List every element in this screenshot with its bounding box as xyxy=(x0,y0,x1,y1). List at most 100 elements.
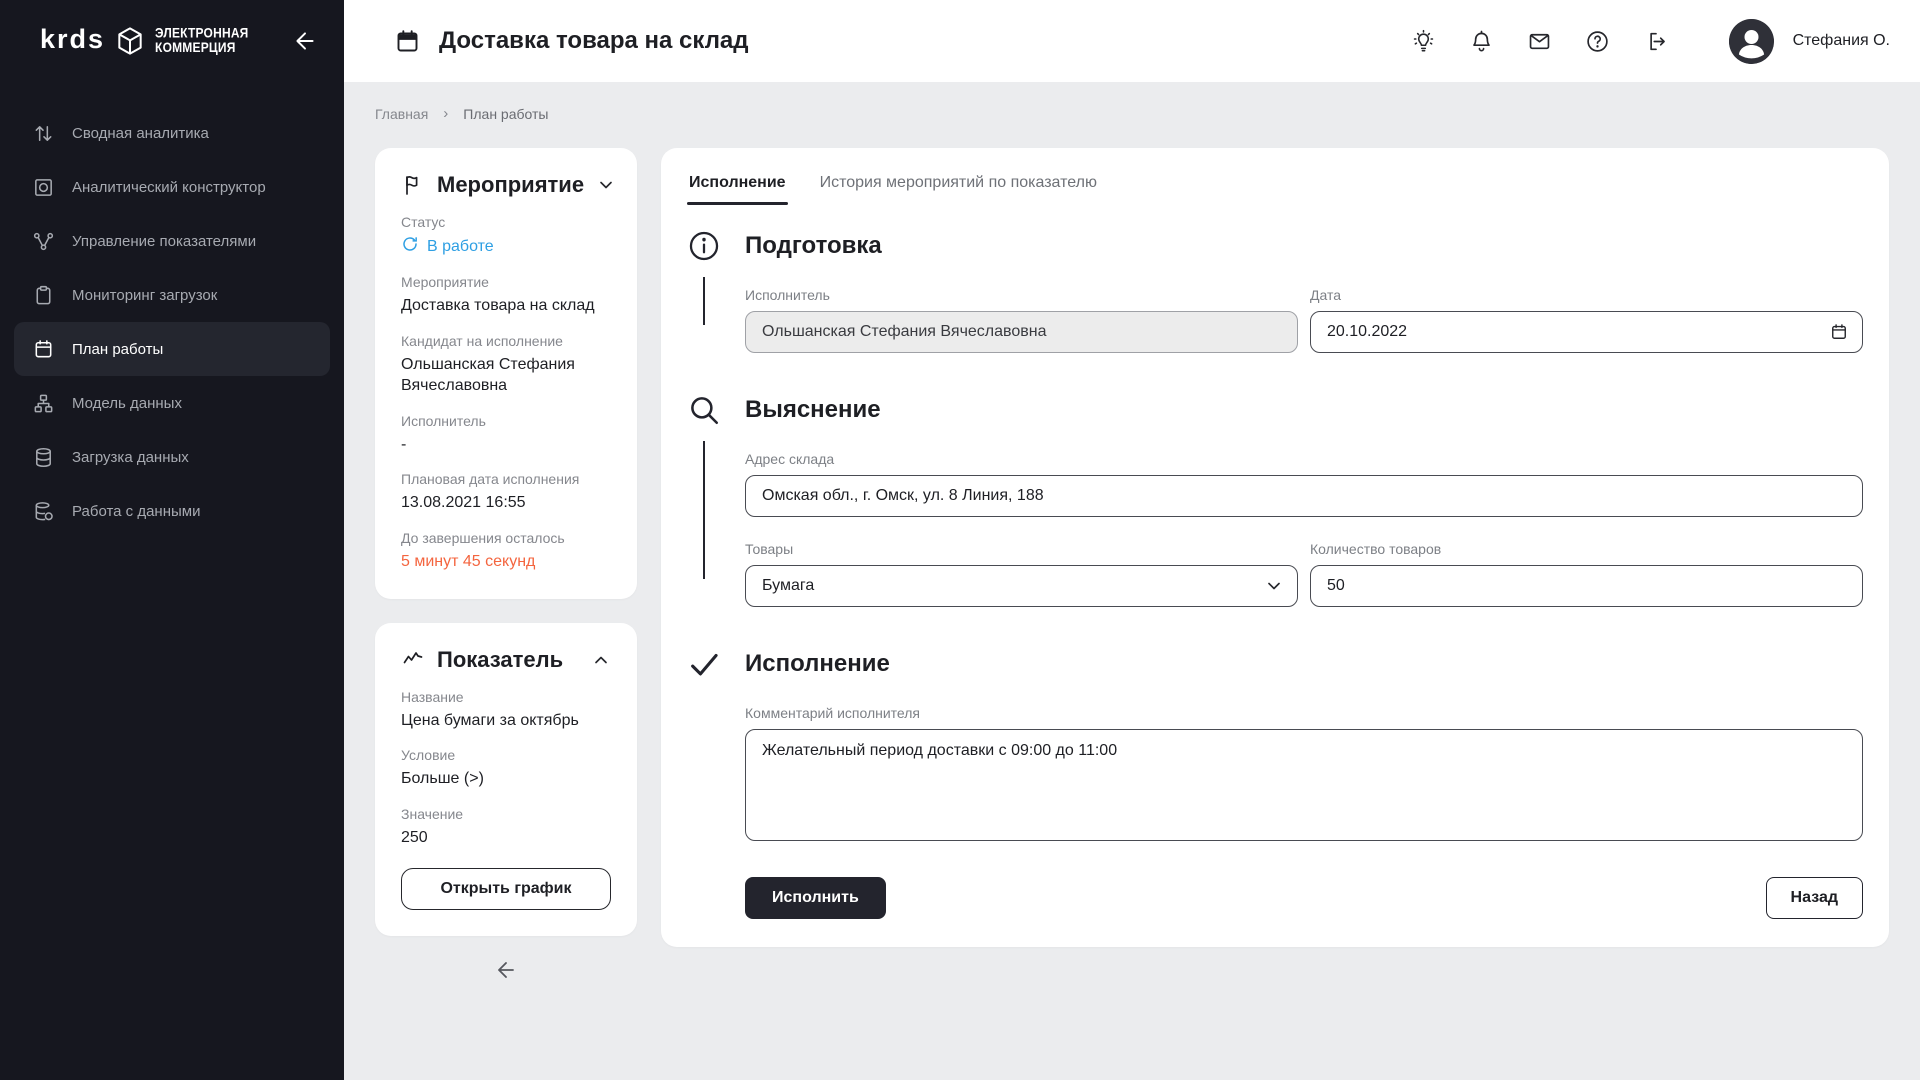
logout-button[interactable] xyxy=(1643,29,1668,54)
brand-logo: krds ЭЛЕКТРОННАЯ КОММЕРЦИЯ xyxy=(40,25,249,57)
status-badge: В работе xyxy=(401,235,611,258)
sidebar-item-summary-analytics[interactable]: Сводная аналитика xyxy=(14,106,330,160)
avatar xyxy=(1729,19,1774,64)
back-navigation xyxy=(375,958,637,982)
breadcrumb-current: План работы xyxy=(463,106,548,122)
status-value: В работе xyxy=(427,238,494,256)
section-rail xyxy=(687,229,721,353)
warehouse-address-input[interactable] xyxy=(745,475,1863,517)
brand-caption-line2: КОММЕРЦИЯ xyxy=(155,41,248,56)
executor-comment-textarea[interactable]: Желательный период доставки с 09:00 до 1… xyxy=(745,729,1863,841)
executor-input[interactable] xyxy=(745,311,1298,353)
indicator-card-title: Показатель xyxy=(437,647,563,673)
bell-icon xyxy=(1469,42,1494,57)
event-card-header: Мероприятие xyxy=(401,172,611,198)
remaining-label: До завершения осталось xyxy=(401,530,611,546)
indicator-card: Показатель Название Цена бумаги за октяб… xyxy=(375,623,637,937)
sidebar-item-data-loading[interactable]: Загрузка данных xyxy=(14,430,330,484)
tab-execution[interactable]: Исполнение xyxy=(687,166,788,205)
section-clarification: Выяснение Адрес склада Товары xyxy=(687,393,1863,607)
sidebar-item-analytic-constructor[interactable]: Аналитический конструктор xyxy=(14,160,330,214)
execute-button[interactable]: Исполнить xyxy=(745,877,886,919)
user-name: Стефания О. xyxy=(1793,32,1890,50)
sidebar-item-data-model[interactable]: Модель данных xyxy=(14,376,330,430)
condition-field: Условие Больше (>) xyxy=(401,747,611,790)
sidebar-item-label: Мониторинг загрузок xyxy=(72,287,217,304)
calendar-icon xyxy=(32,338,55,361)
sidebar-item-work-plan[interactable]: План работы xyxy=(14,322,330,376)
breadcrumb-separator: › xyxy=(443,105,448,122)
back-button[interactable]: Назад xyxy=(1766,877,1863,919)
back-arrow-button[interactable] xyxy=(494,958,518,982)
messages-button[interactable] xyxy=(1527,29,1552,54)
tab-history[interactable]: История мероприятий по показателю xyxy=(818,166,1099,205)
quantity-input[interactable] xyxy=(1310,565,1863,607)
indicator-card-header: Показатель xyxy=(401,647,611,673)
sidebar-item-label: План работы xyxy=(72,341,163,358)
tabs: Исполнение История мероприятий по показа… xyxy=(687,166,1863,205)
sidebar-item-label: Аналитический конструктор xyxy=(72,179,266,196)
sidebar-item-label: Загрузка данных xyxy=(72,449,189,466)
user-menu[interactable]: Стефания О. xyxy=(1729,19,1890,64)
goods-select[interactable] xyxy=(745,565,1298,607)
sidebar-item-label: Работа с данными xyxy=(72,503,200,520)
section-execution-title: Исполнение xyxy=(745,647,1863,681)
section-preparation-title: Подготовка xyxy=(745,229,1863,263)
cube-logo-icon xyxy=(114,25,146,57)
executor-input-label: Исполнитель xyxy=(745,287,1298,303)
idea-button[interactable] xyxy=(1411,29,1436,54)
page-layout: Мероприятие Статус xyxy=(375,148,1889,982)
candidate-label: Кандидат на исполнение xyxy=(401,333,611,349)
candidate-field: Кандидат на исполнение Ольшанская Стефан… xyxy=(401,333,611,397)
indicator-card-collapse-button[interactable] xyxy=(591,650,611,670)
condition-value: Больше (>) xyxy=(401,768,611,790)
sidebar-collapse-button[interactable] xyxy=(292,28,318,54)
planned-date-label: Плановая дата исполнения xyxy=(401,471,611,487)
brand-caption: ЭЛЕКТРОННАЯ КОММЕРЦИЯ xyxy=(155,26,248,55)
event-card-collapse-button[interactable] xyxy=(596,175,616,195)
arrows-up-down-icon xyxy=(32,122,55,145)
page-title: Доставка товара на склад xyxy=(439,27,749,55)
section-clarification-title: Выяснение xyxy=(745,393,1863,427)
in-progress-icon xyxy=(401,235,419,258)
breadcrumb: Главная › План работы xyxy=(375,105,1889,122)
arrow-left-icon xyxy=(292,42,318,57)
header-actions: Стефания О. xyxy=(1411,19,1890,64)
brand-caption-line1: ЭЛЕКТРОННАЯ xyxy=(155,26,248,41)
notifications-button[interactable] xyxy=(1469,29,1494,54)
goods-select-label: Товары xyxy=(745,541,1298,557)
section-connector-line xyxy=(703,277,705,325)
open-chart-button[interactable]: Открыть график xyxy=(401,868,611,910)
content-area: Главная › План работы Мероприятие xyxy=(344,82,1920,1080)
value-label: Значение xyxy=(401,806,611,822)
breadcrumb-home[interactable]: Главная xyxy=(375,106,428,122)
remaining-field: До завершения осталось 5 минут 45 секунд xyxy=(401,530,611,573)
date-input-label: Дата xyxy=(1310,287,1863,303)
chart-line-icon xyxy=(401,648,425,672)
execution-panel: Исполнение История мероприятий по показа… xyxy=(661,148,1889,947)
candidate-value: Ольшанская Стефания Вячеславовна xyxy=(401,354,611,397)
indicator-name-label: Название xyxy=(401,689,611,705)
lightbulb-icon xyxy=(1411,42,1436,57)
help-button[interactable] xyxy=(1585,29,1610,54)
frame-circle-icon xyxy=(32,176,55,199)
sidebar-item-indicator-management[interactable]: Управление показателями xyxy=(14,214,330,268)
quantity-input-label: Количество товаров xyxy=(1310,541,1863,557)
sidebar-item-label: Сводная аналитика xyxy=(72,125,209,142)
left-column: Мероприятие Статус xyxy=(375,148,637,982)
address-input-label: Адрес склада xyxy=(745,451,1863,467)
date-input[interactable] xyxy=(1310,311,1863,353)
sidebar-item-load-monitoring[interactable]: Мониторинг загрузок xyxy=(14,268,330,322)
event-card: Мероприятие Статус xyxy=(375,148,637,599)
status-label: Статус xyxy=(401,214,611,230)
planned-date-field: Плановая дата исполнения 13.08.2021 16:5… xyxy=(401,471,611,514)
envelope-icon xyxy=(1527,42,1552,57)
sidebar-item-data-work[interactable]: Работа с данными xyxy=(14,484,330,538)
event-card-title: Мероприятие xyxy=(437,172,584,198)
executor-field: Исполнитель - xyxy=(401,413,611,456)
sidebar-header: krds ЭЛЕКТРОННАЯ КОММЕРЦИЯ xyxy=(0,0,344,82)
database-settings-icon xyxy=(32,500,55,523)
flag-icon xyxy=(401,173,425,197)
executor-value: - xyxy=(401,434,611,456)
sidebar: krds ЭЛЕКТРОННАЯ КОММЕРЦИЯ xyxy=(0,0,344,1080)
